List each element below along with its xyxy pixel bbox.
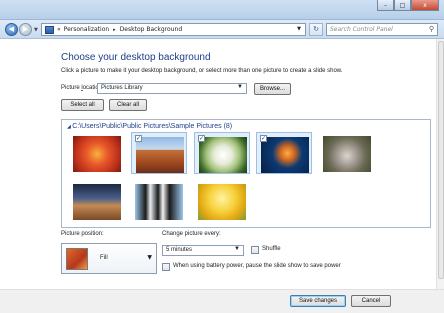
chrysanthemum-image (73, 136, 121, 172)
content-area: Choose your desktop background Click a p… (0, 39, 444, 313)
position-preview-image (66, 248, 88, 270)
address-bar[interactable]: « Personalization ▸ Desktop Background ▼ (41, 23, 306, 36)
picture-thumb-jellyfish[interactable]: ✓ (256, 132, 312, 174)
back-arrow-icon: ◀ (8, 25, 15, 33)
search-input[interactable]: Search Control Panel ⚲ (326, 23, 438, 36)
change-picture-label: Change picture every: (162, 231, 221, 237)
clear-all-button[interactable]: Clear all (109, 99, 147, 111)
jellyfish-image (261, 137, 309, 173)
jellyfish-checkbox[interactable]: ✓ (260, 135, 267, 142)
interval-value: 5 minutes (166, 247, 193, 253)
breadcrumb-separator[interactable]: ▸ (113, 27, 116, 33)
picture-thumb-chrysanthemum[interactable] (69, 132, 125, 174)
address-dropdown-icon[interactable]: ▼ (297, 26, 301, 32)
shuffle-label: Shuffle (262, 246, 281, 252)
window-titlebar: – □ x (0, 0, 444, 20)
chevron-down-icon: ▼ (147, 254, 152, 261)
gallery-folder-header[interactable]: ◢ C:\Users\Public\Public Pictures\Sample… (67, 123, 232, 130)
picture-location-select[interactable]: Pictures Library ▼ (97, 83, 247, 94)
hydrangeas-checkbox[interactable]: ✓ (198, 135, 205, 142)
chevron-down-icon: ▼ (234, 246, 240, 252)
navigation-bar: ◀ ▶ ▼ « Personalization ▸ Desktop Backgr… (0, 20, 444, 39)
search-icon[interactable]: ⚲ (429, 25, 434, 33)
page-title: Choose your desktop background (61, 52, 211, 63)
picture-position-value: Fill (100, 255, 108, 261)
refresh-icon: ↻ (313, 25, 319, 33)
battery-checkbox[interactable] (162, 263, 170, 271)
cancel-button[interactable]: Cancel (351, 295, 391, 307)
picture-location-value: Pictures Library (101, 85, 143, 91)
browse-button[interactable]: Browse... (254, 83, 291, 95)
picture-thumb-hydrangeas[interactable]: ✓ (194, 132, 250, 174)
breadcrumb-personalization[interactable]: Personalization (64, 26, 110, 33)
address-overflow[interactable]: « (57, 26, 61, 33)
forward-button[interactable]: ▶ (19, 23, 32, 36)
picture-position-label: Picture position: (61, 231, 104, 237)
picture-gallery: ◢ C:\Users\Public\Public Pictures\Sample… (61, 119, 431, 228)
search-placeholder: Search Control Panel (330, 26, 393, 33)
select-all-button[interactable]: Select all (61, 99, 104, 111)
close-button[interactable]: x (411, 0, 439, 11)
hydrangeas-image (199, 137, 247, 173)
picture-thumb-koala[interactable] (319, 132, 375, 174)
lighthouse-image (73, 184, 121, 220)
picture-thumb-lighthouse[interactable] (69, 180, 125, 222)
picture-position-select[interactable]: Fill ▼ (61, 243, 157, 274)
chevron-down-icon: ▼ (237, 84, 243, 90)
page-subtitle: Click a picture to make it your desktop … (61, 68, 343, 74)
picture-thumb-penguins[interactable] (131, 180, 187, 222)
footer-bar: Save changes Cancel (0, 289, 444, 313)
back-button[interactable]: ◀ (5, 23, 18, 36)
vertical-scrollbar[interactable] (436, 39, 444, 289)
shuffle-checkbox[interactable] (251, 246, 259, 254)
tulips-image (198, 184, 246, 220)
refresh-button[interactable]: ↻ (309, 23, 323, 36)
caption-buttons: – □ x (377, 0, 439, 11)
koala-image (323, 136, 371, 172)
battery-label: When using battery power, pause the slid… (173, 263, 341, 269)
breadcrumb-desktop-background[interactable]: Desktop Background (120, 26, 182, 33)
maximize-button[interactable]: □ (394, 0, 411, 11)
picture-thumb-tulips[interactable] (194, 180, 250, 222)
scrollbar-thumb[interactable] (438, 41, 444, 279)
picture-thumb-desert[interactable]: ✓ (131, 132, 187, 174)
minimize-button[interactable]: – (377, 0, 394, 11)
interval-select[interactable]: 5 minutes ▼ (162, 245, 244, 256)
save-changes-button[interactable]: Save changes (290, 295, 346, 307)
recent-pages-dropdown[interactable]: ▼ (34, 27, 38, 33)
control-panel-icon (45, 25, 54, 34)
desert-checkbox[interactable]: ✓ (135, 135, 142, 142)
penguins-image (135, 184, 183, 220)
desert-image (136, 137, 184, 173)
forward-arrow-icon: ▶ (22, 25, 29, 33)
chevron-down-icon: ▼ (34, 27, 38, 33)
